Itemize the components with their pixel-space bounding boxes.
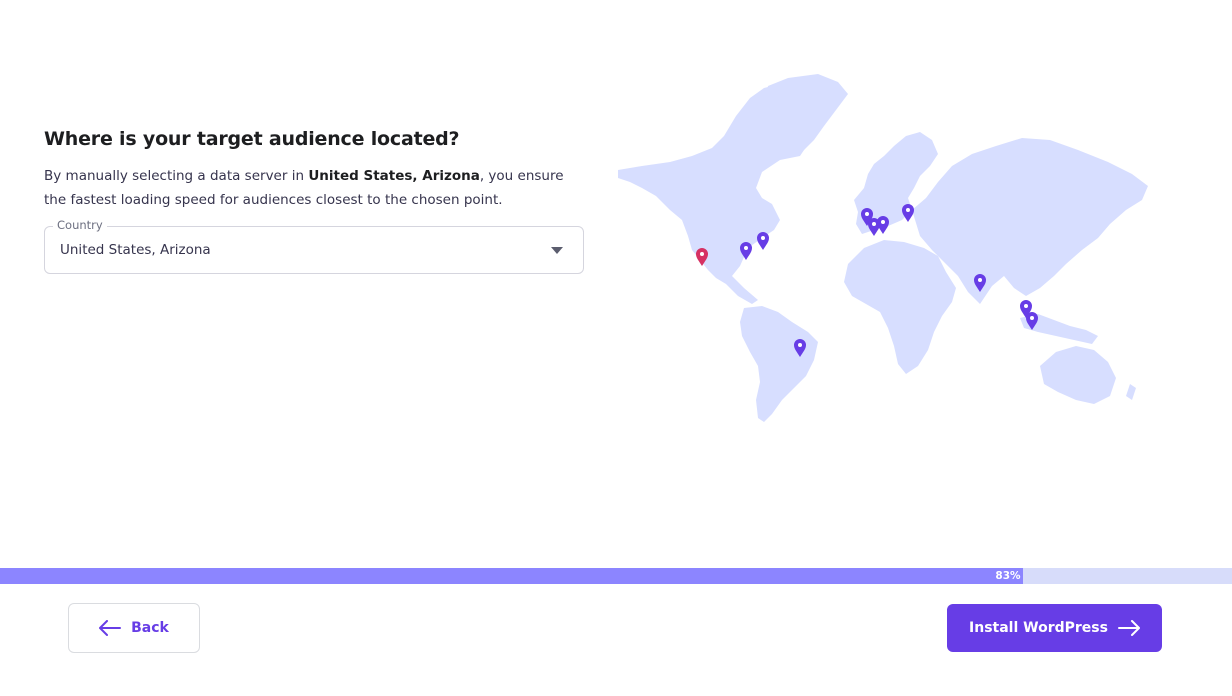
pin-us-northeast[interactable] (757, 232, 769, 250)
pin-dot (798, 343, 802, 347)
pin-dot (700, 252, 704, 256)
country-select-label: Country (53, 218, 107, 232)
description-prefix: By manually selecting a data server in (44, 168, 309, 184)
pin-dot (1024, 304, 1028, 308)
pin-dot (872, 222, 876, 226)
back-button[interactable]: Back (68, 603, 200, 653)
install-wordpress-button[interactable]: Install WordPress (947, 604, 1162, 652)
arrow-left-icon (99, 620, 122, 636)
pin-dot (906, 208, 910, 212)
africa-shape (844, 240, 956, 374)
progress-fill: 83% (0, 568, 1023, 584)
australia-shape (1040, 346, 1116, 404)
back-button-label: Back (131, 620, 169, 636)
country-select-value: United States, Arizona (60, 242, 211, 258)
pin-germany[interactable] (877, 216, 889, 234)
new-zealand-shape (1126, 384, 1136, 400)
pin-dot (978, 278, 982, 282)
pin-dot (761, 236, 765, 240)
country-select-wrapper: United States, Arizona Country (44, 218, 584, 274)
arrow-right-icon (1117, 620, 1140, 636)
page-title: Where is your target audience located? (44, 128, 460, 150)
location-section: Where is your target audience located? B… (44, 126, 584, 274)
pin-dot (1030, 316, 1034, 320)
page: Where is your target audience located? B… (0, 0, 1232, 696)
chevron-down-icon (551, 246, 563, 254)
progress-percentage: 83% (995, 570, 1021, 582)
pin-lithuania[interactable] (902, 204, 914, 222)
pin-dot (865, 212, 869, 216)
page-description: By manually selecting a data server in U… (44, 164, 584, 212)
continents (618, 74, 1148, 422)
description-bold: United States, Arizona (308, 168, 480, 184)
south-america-shape (740, 306, 818, 422)
progress-bar: 83% (0, 568, 1232, 584)
map-pin-icon (902, 204, 914, 222)
pin-dot (744, 246, 748, 250)
map-pin-icon (757, 232, 769, 250)
install-button-label: Install WordPress (969, 620, 1108, 636)
country-select[interactable]: United States, Arizona (44, 226, 584, 274)
pin-dot (881, 220, 885, 224)
map-pin-icon (877, 216, 889, 234)
world-map (618, 74, 1148, 422)
